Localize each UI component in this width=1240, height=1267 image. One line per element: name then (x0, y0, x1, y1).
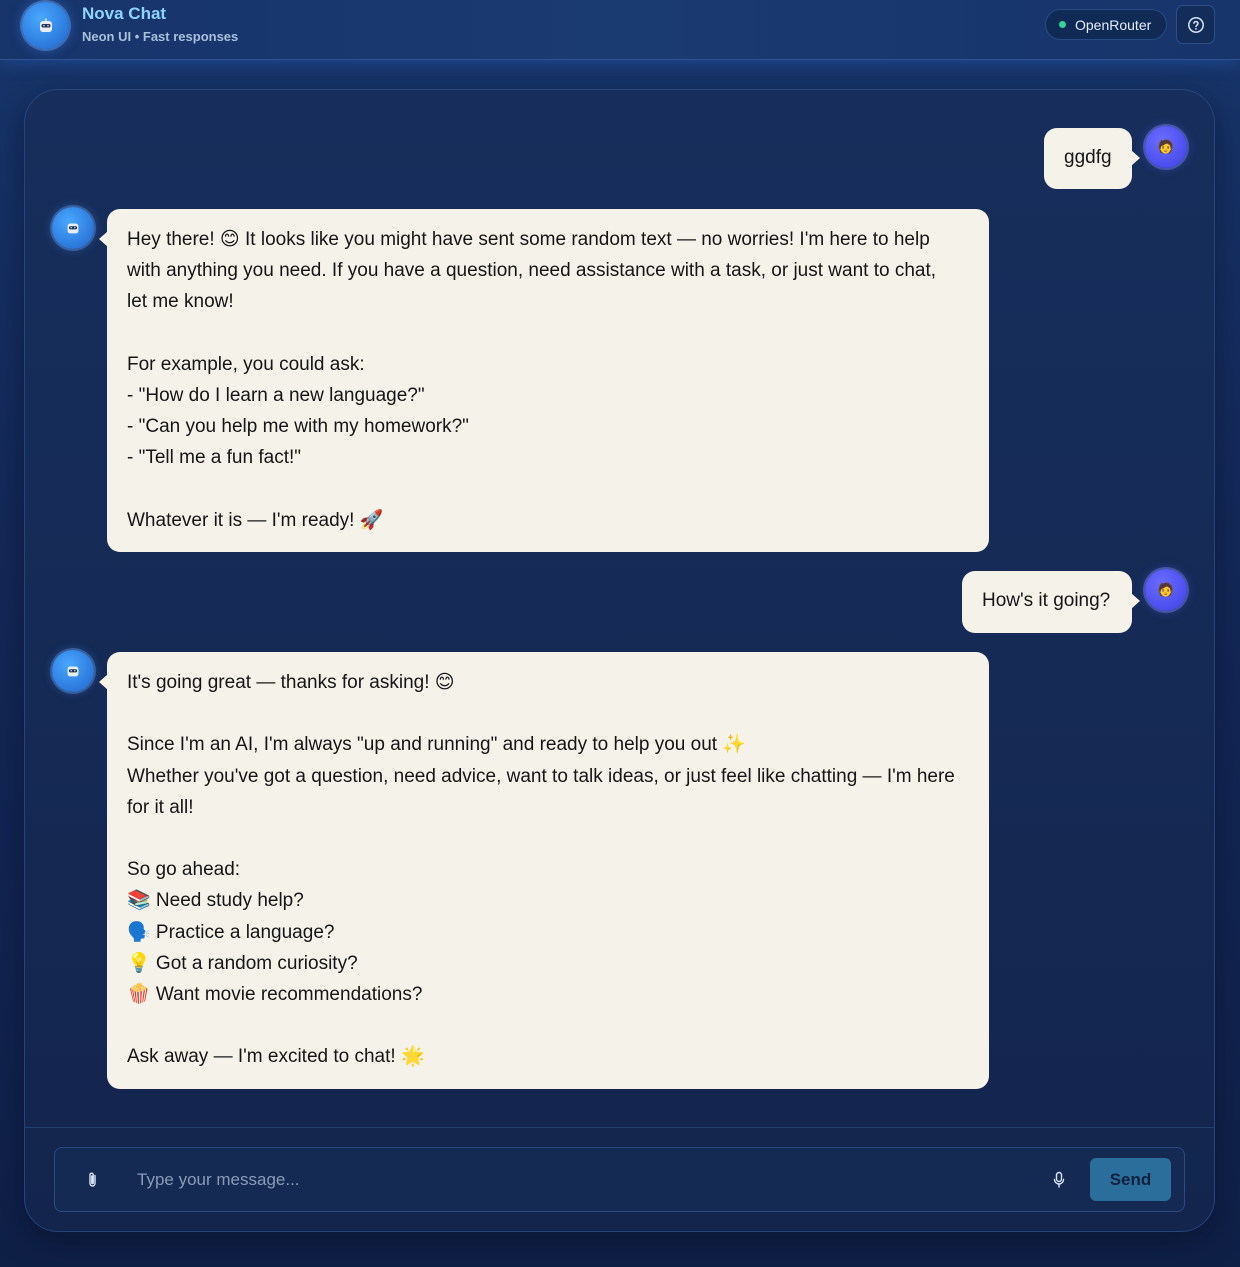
message-line: for it all! (127, 796, 194, 818)
robot-icon (67, 223, 79, 234)
help-circle-icon (1187, 16, 1204, 33)
user-message-bubble: How's it going? (962, 571, 1140, 633)
message-line: It's going great — thanks for asking! 😊 (127, 672, 455, 693)
microphone-button[interactable] (1047, 1168, 1071, 1192)
send-button[interactable]: Send (1090, 1158, 1171, 1201)
status-dot-icon (1059, 21, 1066, 28)
message-line: ggdfg (1064, 147, 1112, 168)
assistant-avatar (52, 207, 94, 249)
user-face-icon: 🧑 (1157, 582, 1175, 597)
message-line: let me know! (127, 291, 234, 313)
message-line: - "Tell me a fun fact!" (127, 447, 301, 469)
message-line (127, 318, 969, 349)
help-button[interactable] (1176, 5, 1215, 44)
attach-button[interactable] (81, 1168, 105, 1192)
message-line (127, 1010, 969, 1041)
provider-label: OpenRouter (1075, 16, 1152, 33)
message-line: So go ahead: (127, 859, 241, 881)
message-line: Whether you've got a question, need advi… (127, 765, 955, 787)
app-subtitle: Neon UI • Fast responses (82, 29, 239, 44)
message-line: Ask away — I'm excited to chat! 🌟 (127, 1046, 425, 1068)
message-line: with anything you need. If you have a qu… (127, 260, 937, 282)
message-line: - "Can you help me with my homework?" (127, 416, 469, 438)
message-line: For example, you could ask: (127, 353, 365, 375)
message-line (127, 474, 969, 505)
message-line: Whatever it is — I'm ready! 🚀 (127, 509, 384, 531)
message-line (127, 823, 969, 854)
message-line: 💡 Got a random curiosity? (127, 952, 358, 974)
top-bar: Nova Chat Neon UI • Fast responses OpenR… (0, 0, 1240, 60)
assistant-avatar (52, 650, 94, 692)
composer-divider (25, 1127, 1214, 1128)
message-line: 📚 Need study help? (127, 890, 304, 912)
assistant-message-bubble: It's going great — thanks for asking! 😊 … (99, 652, 989, 1089)
microphone-icon (1053, 1171, 1065, 1188)
robot-icon (22, 2, 69, 49)
message-line: How's it going? (982, 590, 1111, 611)
message-input[interactable] (137, 1162, 1017, 1198)
user-message-bubble: ggdfg (1044, 128, 1140, 189)
app-title: Nova Chat (82, 4, 167, 23)
message-line: Since I'm an AI, I'm always "up and runn… (127, 734, 746, 756)
paperclip-icon (89, 1172, 96, 1187)
message-line: 🗣️ Practice a language? (127, 921, 335, 943)
provider-badge[interactable]: OpenRouter (1045, 9, 1167, 40)
robot-icon (67, 666, 79, 677)
message-line: Hey there! 😊 It looks like you might hav… (127, 229, 930, 250)
user-avatar: 🧑 (1145, 569, 1187, 611)
user-face-icon: 🧑 (1157, 139, 1175, 154)
message-line (127, 698, 969, 729)
message-line: - "How do I learn a new language?" (127, 385, 425, 406)
message-composer: Send (54, 1147, 1185, 1212)
message-line: 🍿 Want movie recommendations? (127, 984, 423, 1005)
user-avatar: 🧑 (1145, 126, 1187, 168)
assistant-message-bubble: Hey there! 😊 It looks like you might hav… (99, 209, 989, 552)
